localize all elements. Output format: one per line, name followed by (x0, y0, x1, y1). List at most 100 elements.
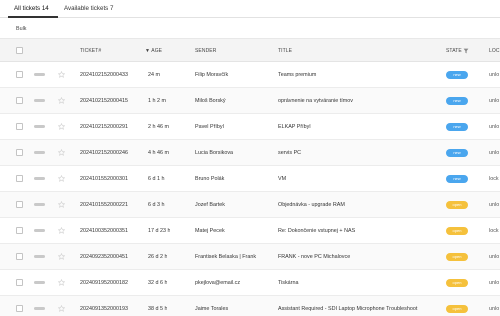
ticket-number[interactable]: 2024101552000301 (80, 176, 128, 182)
table-row[interactable]: 2024091952000182 32 d 6 h pkejlova@email… (0, 270, 500, 296)
row-checkbox[interactable] (16, 97, 23, 104)
ticket-sender: pkejlova@email.cz (195, 280, 241, 286)
star-icon[interactable] (58, 253, 65, 260)
table-row[interactable]: 2024101552000221 6 d 3 h Jozef Bartek Ob… (0, 192, 500, 218)
ticket-title[interactable]: servis PC (278, 150, 443, 156)
row-checkbox[interactable] (16, 201, 23, 208)
table-row[interactable]: 2024102152000415 1 h 2 m Miloš Borský op… (0, 88, 500, 114)
priority-indicator (34, 99, 45, 102)
ticket-number[interactable]: 2024091352000193 (80, 306, 128, 312)
priority-indicator (34, 255, 45, 258)
ticket-title[interactable]: FRANK - nove PC Michalovce (278, 254, 443, 260)
tab-all-tickets[interactable]: All tickets 14 (14, 5, 49, 12)
ticket-age: 24 m (148, 72, 160, 78)
table-row[interactable]: 2024102152000291 2 h 46 m Pavel Příbyl E… (0, 114, 500, 140)
ticket-sender: Miloš Borský (195, 98, 226, 104)
ticket-number[interactable]: 2024091952000182 (80, 280, 128, 286)
row-checkbox[interactable] (16, 279, 23, 286)
priority-indicator (34, 203, 45, 206)
table-row[interactable]: 2024102152000433 24 m Filip Moravčík Tea… (0, 62, 500, 88)
ticket-sender: Jaime Torales (195, 306, 229, 312)
status-badge: new (446, 175, 468, 183)
row-checkbox[interactable] (16, 253, 23, 260)
lock-status: unlo (489, 254, 500, 260)
ticket-title[interactable]: Assistant Required - SDI Laptop Micropho… (278, 306, 443, 312)
status-badge: open (446, 279, 468, 287)
column-title[interactable]: TITLE (278, 48, 292, 54)
star-icon[interactable] (58, 201, 65, 208)
ticket-number[interactable]: 2024102152000415 (80, 98, 128, 104)
star-icon[interactable] (58, 71, 65, 78)
ticket-age: 4 h 46 m (148, 150, 169, 156)
ticket-number[interactable]: 2024092352000451 (80, 254, 128, 260)
priority-indicator (34, 281, 45, 284)
select-all-checkbox[interactable] (16, 47, 23, 54)
table-row[interactable]: 2024091352000193 38 d 5 h Jaime Torales … (0, 296, 500, 316)
ticket-number[interactable]: 2024102152000433 (80, 72, 128, 78)
ticket-age: 2 h 46 m (148, 124, 169, 130)
ticket-age: 32 d 6 h (148, 280, 168, 286)
table-body: 2024102152000433 24 m Filip Moravčík Tea… (0, 62, 500, 316)
tab-available-tickets[interactable]: Available tickets 7 (64, 5, 113, 12)
ticket-number[interactable]: 2024102152000291 (80, 124, 128, 130)
tickets-table: TICKET# ▼ AGE SENDER TITLE STATE LOC 202… (0, 38, 500, 316)
lock-status: unlo (489, 306, 500, 312)
ticket-title[interactable]: ELKAP Příbyl (278, 124, 443, 130)
star-icon[interactable] (58, 175, 65, 182)
column-state[interactable]: STATE (446, 48, 462, 54)
column-sender[interactable]: SENDER (195, 48, 216, 54)
ticket-title[interactable]: oprávnenie na vytváranie tímov (278, 98, 443, 104)
ticket-title[interactable]: Teams premium (278, 72, 443, 78)
table-row[interactable]: 2024102152000246 4 h 46 m Lucia Borsikov… (0, 140, 500, 166)
table-row[interactable]: 2024100352000351 17 d 23 h Matej Pecek R… (0, 218, 500, 244)
star-icon[interactable] (58, 149, 65, 156)
table-row[interactable]: 2024092352000451 26 d 2 h Frantisek Bela… (0, 244, 500, 270)
row-checkbox[interactable] (16, 149, 23, 156)
ticket-number[interactable]: 2024102152000246 (80, 150, 128, 156)
ticket-title[interactable]: VM (278, 176, 443, 182)
ticket-sender: Filip Moravčík (195, 72, 229, 78)
star-icon[interactable] (58, 279, 65, 286)
star-icon[interactable] (58, 305, 65, 312)
star-icon[interactable] (58, 97, 65, 104)
column-age[interactable]: ▼ AGE (145, 48, 162, 54)
status-badge: new (446, 71, 468, 79)
ticket-number[interactable]: 2024100352000351 (80, 228, 128, 234)
ticket-sender: Frantisek Belaska | Frank (195, 254, 257, 260)
ticket-number[interactable]: 2024101552000221 (80, 202, 128, 208)
lock-status: unlo (489, 98, 500, 104)
column-ticket[interactable]: TICKET# (80, 48, 101, 54)
star-icon[interactable] (58, 227, 65, 234)
ticket-title[interactable]: Re: Dokončenie vstupnej + NAS (278, 228, 443, 234)
row-checkbox[interactable] (16, 175, 23, 182)
status-badge: open (446, 201, 468, 209)
filter-icon[interactable] (463, 48, 469, 54)
status-badge: new (446, 123, 468, 131)
row-checkbox[interactable] (16, 305, 23, 312)
ticket-age: 26 d 2 h (148, 254, 168, 260)
ticket-title[interactable]: Objednávka - upgrade RAM (278, 202, 443, 208)
priority-indicator (34, 229, 45, 232)
lock-status: lock (489, 228, 499, 234)
status-badge: open (446, 253, 468, 261)
ticket-age: 17 d 23 h (148, 228, 171, 234)
column-lock[interactable]: LOC (489, 48, 500, 54)
row-checkbox[interactable] (16, 123, 23, 130)
priority-indicator (34, 177, 45, 180)
ticket-age: 6 d 1 h (148, 176, 165, 182)
row-checkbox[interactable] (16, 71, 23, 78)
lock-status: unlo (489, 280, 500, 286)
lock-status: unlo (489, 72, 500, 78)
star-icon[interactable] (58, 123, 65, 130)
status-badge: new (446, 149, 468, 157)
ticket-title[interactable]: Tiskárna (278, 280, 443, 286)
ticket-age: 38 d 5 h (148, 306, 168, 312)
lock-status: unlo (489, 202, 500, 208)
priority-indicator (34, 151, 45, 154)
table-row[interactable]: 2024101552000301 6 d 1 h Bruno Polák VM … (0, 166, 500, 192)
ticket-tabs: All tickets 14 Available tickets 7 (0, 0, 500, 18)
bulk-button[interactable]: Bulk (16, 26, 27, 32)
ticket-age: 6 d 3 h (148, 202, 165, 208)
row-checkbox[interactable] (16, 227, 23, 234)
status-badge: new (446, 97, 468, 105)
